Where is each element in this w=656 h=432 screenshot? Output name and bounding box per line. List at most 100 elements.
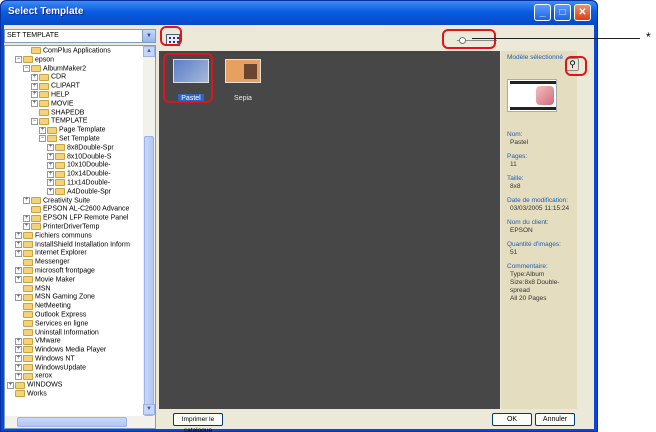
close-button[interactable]: ✕ — [574, 4, 591, 21]
expand-icon[interactable]: + — [23, 214, 30, 222]
tree-horizontal-scrollbar[interactable] — [5, 416, 155, 428]
tree-item[interactable]: SHAPEDB — [5, 108, 144, 117]
tree-item[interactable]: + VMware — [5, 336, 144, 345]
expand-icon[interactable]: + — [15, 240, 22, 248]
tree-item[interactable]: NetMeeting — [5, 301, 144, 310]
tree-item[interactable]: Services en ligne — [5, 319, 144, 328]
scroll-down-arrow-icon[interactable]: ▼ — [143, 404, 155, 415]
tree-item-label: epson — [35, 56, 55, 64]
tree-item[interactable]: + Fichiers communs — [5, 231, 144, 240]
select-template-window: Select Template _ □ ✕ SET TEMPLATE ▼ Com… — [0, 0, 598, 432]
expand-icon[interactable]: + — [47, 170, 54, 178]
expand-icon[interactable]: + — [47, 161, 54, 169]
tree-hscroll-thumb[interactable] — [17, 417, 127, 427]
tree-item[interactable]: + microsoft frontpage — [5, 266, 144, 275]
folder-select[interactable]: SET TEMPLATE ▼ — [4, 29, 156, 43]
expand-icon[interactable]: + — [15, 267, 22, 275]
expand-icon[interactable]: + — [15, 346, 22, 354]
tree-item[interactable]: + xerox — [5, 371, 144, 380]
tree-item[interactable]: + HELP — [5, 90, 144, 99]
tree-item[interactable]: ComPlus Applications — [5, 46, 144, 55]
cancel-button[interactable]: Annuler — [535, 413, 575, 426]
expand-icon[interactable]: + — [47, 179, 54, 187]
title-bar[interactable]: Select Template _ □ ✕ — [1, 1, 597, 25]
tree-item[interactable]: + Movie Maker — [5, 275, 144, 284]
tree-item[interactable]: EPSON AL-C2600 Advance — [5, 204, 144, 213]
tree-item[interactable]: + EPSON LFP Remote Panel — [5, 213, 144, 222]
collapse-icon[interactable]: − — [31, 117, 38, 125]
tree-item-label: Page Template — [59, 126, 106, 134]
folder-icon — [23, 293, 33, 301]
folder-icon — [23, 56, 33, 64]
expand-icon[interactable]: + — [15, 276, 22, 284]
tree-vertical-scrollbar[interactable]: ▲ ▼ — [143, 46, 155, 416]
callout-ring-view-button — [160, 26, 182, 46]
expand-icon[interactable]: + — [15, 364, 22, 372]
expand-icon[interactable]: + — [31, 100, 38, 108]
tree-scroll-thumb[interactable] — [144, 136, 154, 416]
tree-item[interactable]: + MSN Gaming Zone — [5, 292, 144, 301]
tree-item[interactable]: Uninstall Information — [5, 328, 144, 337]
tree-item[interactable]: − epson — [5, 55, 144, 64]
tree-item-label: Messenger — [35, 258, 70, 266]
expand-icon[interactable]: + — [15, 232, 22, 240]
tree-item[interactable]: + WindowsUpdate — [5, 363, 144, 372]
tree-item[interactable]: + A4Double-Spr — [5, 187, 144, 196]
expand-icon[interactable]: + — [31, 73, 38, 81]
chevron-down-icon[interactable]: ▼ — [142, 30, 155, 42]
expand-icon[interactable]: + — [31, 91, 38, 99]
tree-item-label: 10x14Double- — [67, 170, 111, 178]
tree-item[interactable]: +10x14Double- — [5, 169, 144, 178]
tree-item[interactable]: + Windows NT — [5, 354, 144, 363]
tree-item[interactable]: Works — [5, 389, 144, 398]
expand-icon[interactable]: + — [31, 82, 38, 90]
folder-icon — [55, 161, 65, 169]
tree-item[interactable]: +11x14Double- — [5, 178, 144, 187]
collapse-icon[interactable]: − — [15, 56, 22, 64]
expand-icon[interactable]: + — [23, 223, 30, 231]
tree-item[interactable]: + WINDOWS — [5, 380, 144, 389]
expand-icon[interactable]: + — [39, 126, 46, 134]
callout-ring-selected-template — [163, 53, 213, 103]
print-catalog-button[interactable]: Imprimer le catalogue — [173, 413, 223, 432]
tree-item[interactable]: +8x8Double-Spr — [5, 143, 144, 152]
expand-icon[interactable]: + — [15, 249, 22, 257]
expand-icon[interactable]: + — [15, 355, 22, 363]
tree-item[interactable]: − AlbumMaker2 — [5, 64, 144, 73]
expand-icon[interactable]: + — [7, 381, 14, 389]
ok-button[interactable]: OK — [492, 413, 532, 426]
collapse-icon[interactable]: − — [23, 64, 30, 72]
expand-icon[interactable]: + — [23, 196, 30, 204]
tree-item[interactable]: +8x10Double-S — [5, 152, 144, 161]
tree-item[interactable]: − Set Template — [5, 134, 144, 143]
tree-item[interactable]: Messenger — [5, 257, 144, 266]
scroll-up-arrow-icon[interactable]: ▲ — [143, 46, 155, 57]
tree-item[interactable]: + PrinterDriverTemp — [5, 222, 144, 231]
folder-icon — [39, 91, 49, 99]
expand-icon[interactable]: + — [47, 188, 54, 196]
expand-icon[interactable]: + — [15, 337, 22, 345]
tree-item[interactable]: + Windows Media Player — [5, 345, 144, 354]
folder-icon — [23, 328, 33, 336]
tree-item[interactable]: Outlook Express — [5, 310, 144, 319]
tree-item[interactable]: + Internet Explorer — [5, 248, 144, 257]
tree-item[interactable]: − TEMPLATE — [5, 116, 144, 125]
collapse-icon[interactable]: − — [39, 135, 46, 143]
expand-icon[interactable]: + — [47, 152, 54, 160]
expand-icon[interactable]: + — [47, 144, 54, 152]
tree-item[interactable]: + Creativity Suite — [5, 196, 144, 205]
tree-item[interactable]: + InstallShield Installation Inform — [5, 240, 144, 249]
tree-item[interactable]: + Page Template — [5, 125, 144, 134]
minimize-button[interactable]: _ — [534, 4, 551, 21]
tree-item[interactable]: MSN — [5, 284, 144, 293]
expand-icon[interactable]: + — [15, 372, 22, 380]
template-thumb-sepia[interactable]: Sepia — [219, 57, 267, 109]
tree-item[interactable]: + CLIPART — [5, 81, 144, 90]
folder-icon — [39, 100, 49, 108]
maximize-button[interactable]: □ — [554, 4, 571, 21]
tree-item[interactable]: + MOVIE — [5, 99, 144, 108]
tree-item[interactable]: +10x10Double- — [5, 160, 144, 169]
expand-icon[interactable]: + — [15, 293, 22, 301]
tree-item[interactable]: + CDR — [5, 72, 144, 81]
